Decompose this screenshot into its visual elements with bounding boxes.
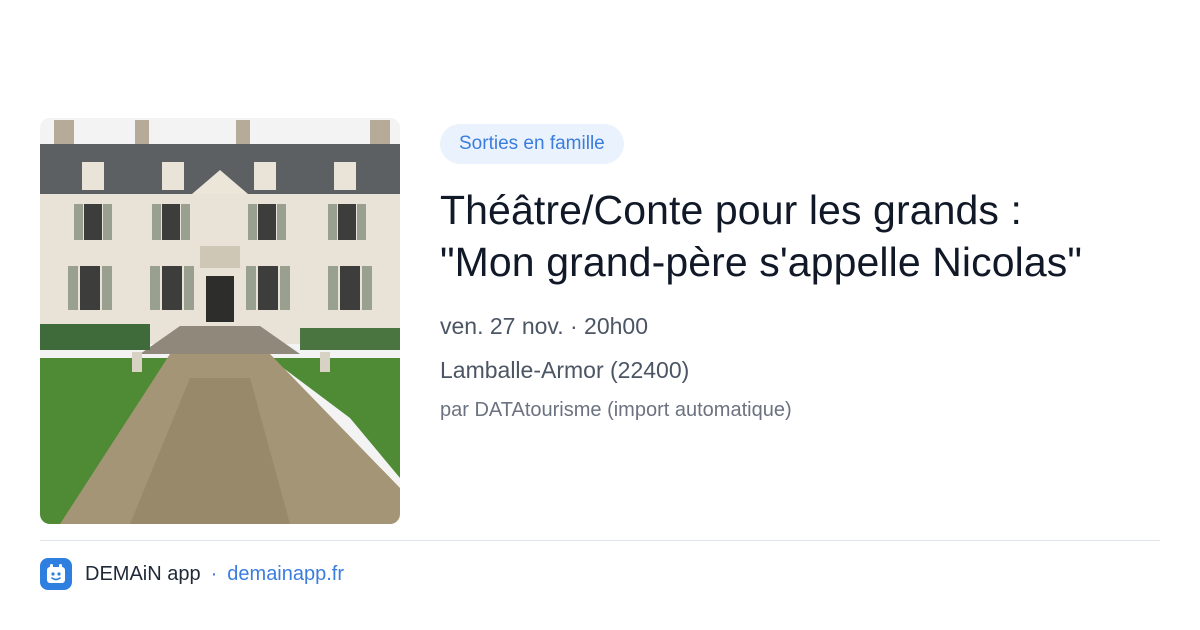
footer-separator: ·	[210, 562, 218, 585]
event-card[interactable]: Sorties en famille Théâtre/Conte pour le…	[0, 0, 1200, 630]
event-details: Sorties en famille Théâtre/Conte pour le…	[440, 124, 1160, 423]
category-badge[interactable]: Sorties en famille	[440, 124, 624, 164]
event-title-line-2: "Mon grand-père s'appelle Nicolas"	[440, 239, 1083, 285]
domain-link[interactable]: demainapp.fr	[227, 563, 344, 586]
event-location: Lamballe-Armor (22400)	[440, 357, 690, 383]
castle-image	[40, 118, 400, 524]
footer-divider	[40, 540, 1160, 541]
event-title[interactable]: Théâtre/Conte pour les grands : "Mon gra…	[440, 184, 1160, 288]
demain-app-icon	[40, 558, 72, 590]
app-name: DEMAiN app	[85, 562, 201, 585]
event-source: par DATAtourisme (import automatique)	[440, 399, 792, 421]
event-date-time: ven. 27 nov. · 20h00	[440, 313, 648, 339]
event-title-line-1: Théâtre/Conte pour les grands :	[440, 187, 1022, 233]
footer: DEMAiN app · demainapp.fr	[40, 558, 344, 590]
calendar-face-icon	[47, 564, 65, 583]
event-photo[interactable]	[40, 118, 400, 524]
